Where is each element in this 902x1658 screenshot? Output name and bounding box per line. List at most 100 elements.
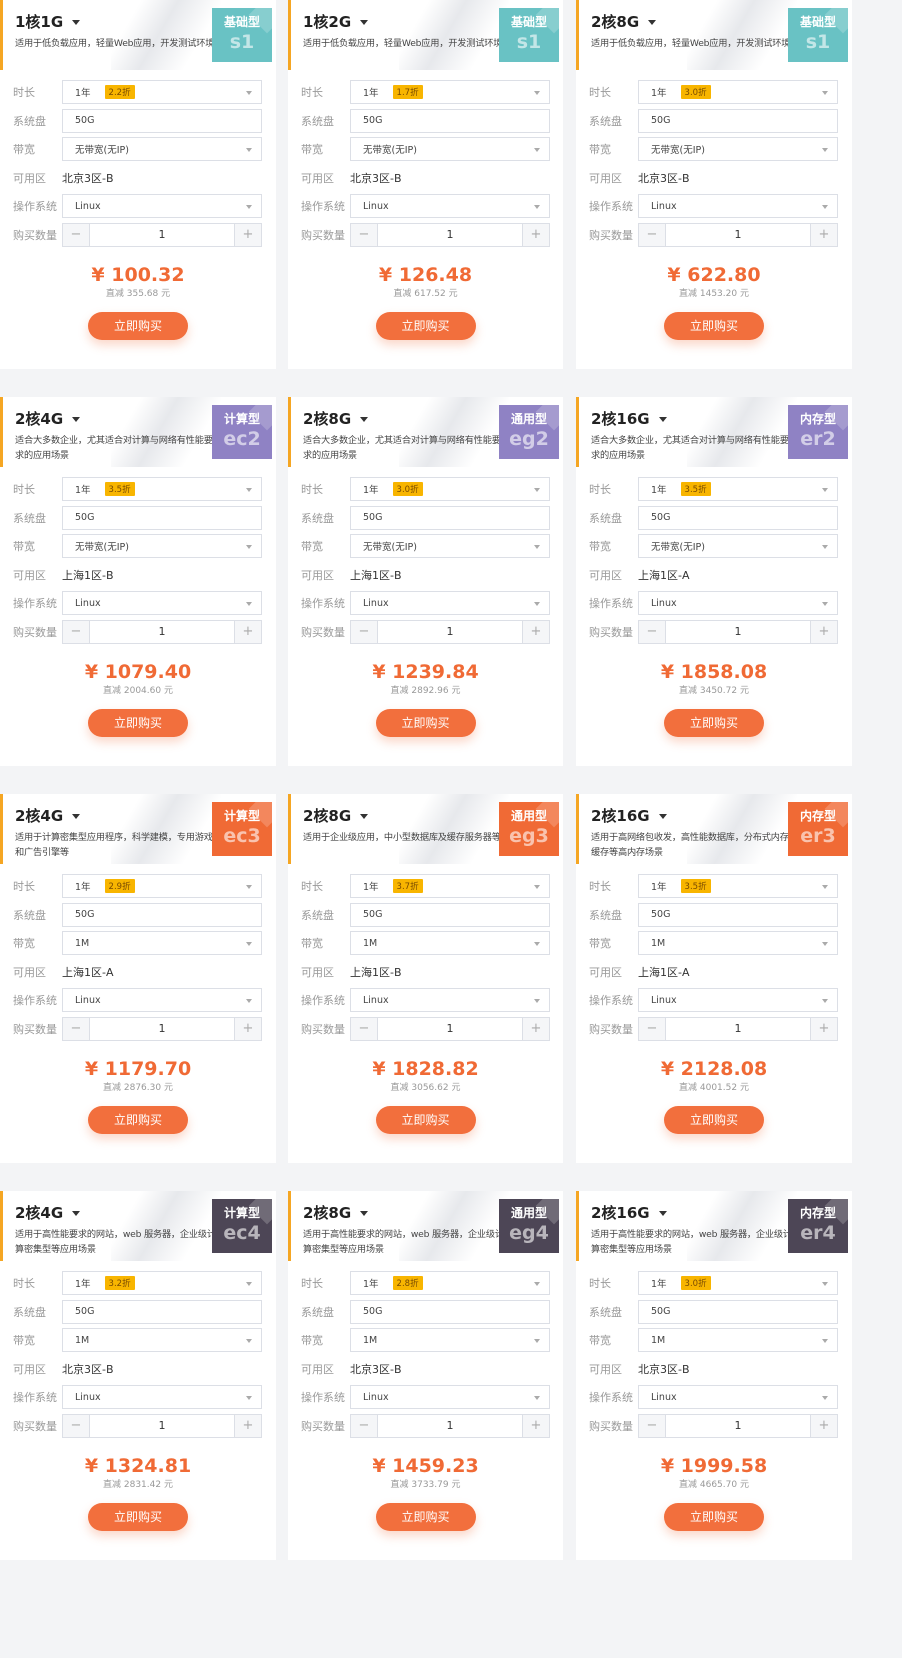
disk-input[interactable]: 50G [638, 505, 838, 530]
plus-icon[interactable]: + [234, 1017, 261, 1040]
duration-select[interactable]: 1年 2.8折 [350, 1271, 550, 1295]
plus-icon[interactable]: + [810, 1414, 837, 1437]
plus-icon[interactable]: + [522, 1414, 549, 1437]
plus-icon[interactable]: + [234, 1414, 261, 1437]
minus-icon[interactable]: − [639, 1414, 666, 1437]
plus-icon[interactable]: + [810, 1017, 837, 1040]
quantity-value[interactable]: 1 [378, 224, 522, 246]
bandwidth-select[interactable]: 1M [350, 1328, 550, 1352]
buy-now-button[interactable]: 立即购买 [88, 708, 188, 737]
minus-icon[interactable]: − [639, 223, 666, 246]
quantity-value[interactable]: 1 [90, 224, 234, 246]
quantity-value[interactable]: 1 [666, 1018, 810, 1040]
quantity-value[interactable]: 1 [90, 1018, 234, 1040]
minus-icon[interactable]: − [351, 1017, 378, 1040]
duration-select[interactable]: 1年 3.5折 [62, 477, 262, 501]
buy-now-button[interactable]: 立即购买 [375, 1105, 476, 1134]
minus-icon[interactable]: − [63, 1017, 90, 1040]
os-select[interactable]: Linux [350, 988, 550, 1012]
quantity-value[interactable]: 1 [666, 621, 810, 643]
plus-icon[interactable]: + [234, 620, 261, 643]
duration-select[interactable]: 1年 3.5折 [638, 874, 838, 898]
quantity-value[interactable]: 1 [90, 621, 234, 643]
plus-icon[interactable]: + [522, 620, 549, 643]
plus-icon[interactable]: + [522, 223, 549, 246]
bandwidth-select[interactable]: 1M [638, 931, 838, 955]
plus-icon[interactable]: + [234, 223, 261, 246]
disk-input[interactable]: 50G [62, 505, 262, 530]
duration-select[interactable]: 1年 3.7折 [350, 874, 550, 898]
plus-icon[interactable]: + [522, 1017, 549, 1040]
minus-icon[interactable]: − [351, 223, 378, 246]
minus-icon[interactable]: − [63, 1414, 90, 1437]
os-select[interactable]: Linux [62, 1385, 262, 1409]
disk-input[interactable]: 50G [350, 505, 550, 530]
bandwidth-select[interactable]: 1M [62, 1328, 262, 1352]
disk-input[interactable]: 50G [350, 108, 550, 133]
os-select[interactable]: Linux [638, 988, 838, 1012]
disk-input[interactable]: 50G [350, 1299, 550, 1324]
price: ¥ 126.48 [378, 263, 473, 286]
duration-select[interactable]: 1年 2.2折 [62, 80, 262, 104]
duration-select[interactable]: 1年 3.0折 [350, 477, 550, 501]
disk-input[interactable]: 50G [62, 902, 262, 927]
buy-now-button[interactable]: 立即购买 [664, 708, 764, 737]
disk-input[interactable]: 50G [62, 1299, 262, 1324]
minus-icon[interactable]: − [63, 223, 90, 246]
bandwidth-select[interactable]: 1M [638, 1328, 838, 1352]
buy-now-button[interactable]: 立即购买 [375, 1502, 476, 1531]
buy-now-button[interactable]: 立即购买 [664, 1105, 764, 1134]
disk-input[interactable]: 50G [638, 1299, 838, 1324]
os-select[interactable]: Linux [638, 591, 838, 615]
disk-input[interactable]: 50G [62, 108, 262, 133]
quantity-value[interactable]: 1 [666, 1415, 810, 1437]
minus-icon[interactable]: − [639, 1017, 666, 1040]
os-select[interactable]: Linux [638, 194, 838, 218]
minus-icon[interactable]: − [351, 620, 378, 643]
os-select[interactable]: Linux [62, 988, 262, 1012]
buy-now-button[interactable]: 立即购买 [88, 1105, 188, 1134]
buy-now-button[interactable]: 立即购买 [88, 311, 188, 340]
buy-now-button[interactable]: 立即购买 [664, 311, 764, 340]
os-select[interactable]: Linux [350, 194, 550, 218]
buy-now-button[interactable]: 立即购买 [88, 1502, 188, 1531]
bandwidth-select[interactable]: 无带宽(无IP) [638, 137, 838, 161]
buy-now-button[interactable]: 立即购买 [664, 1502, 764, 1531]
duration-select[interactable]: 1年 3.0折 [638, 1271, 838, 1295]
disk-input[interactable]: 50G [638, 902, 838, 927]
os-select[interactable]: Linux [350, 1385, 550, 1409]
os-select[interactable]: Linux [350, 591, 550, 615]
quantity-stepper: − 1 + [62, 222, 262, 247]
bandwidth-select[interactable]: 1M [62, 931, 262, 955]
minus-icon[interactable]: − [639, 620, 666, 643]
buy-now-button[interactable]: 立即购买 [375, 311, 476, 340]
duration-select[interactable]: 1年 3.0折 [638, 80, 838, 104]
product-card: 2核4G 适用于高性能要求的网站，web 服务器，企业级计算密集型等应用场景 计… [0, 1191, 276, 1560]
duration-select[interactable]: 1年 3.5折 [638, 477, 838, 501]
bandwidth-select[interactable]: 无带宽(无IP) [638, 534, 838, 558]
quantity-value[interactable]: 1 [90, 1415, 234, 1437]
bandwidth-select[interactable]: 1M [350, 931, 550, 955]
duration-select[interactable]: 1年 3.2折 [62, 1271, 262, 1295]
os-select[interactable]: Linux [62, 591, 262, 615]
buy-now-button[interactable]: 立即购买 [375, 708, 476, 737]
duration-select[interactable]: 1年 1.7折 [350, 80, 550, 104]
duration-select[interactable]: 1年 2.9折 [62, 874, 262, 898]
os-select[interactable]: Linux [62, 194, 262, 218]
bandwidth-select[interactable]: 无带宽(无IP) [350, 137, 550, 161]
quantity-value[interactable]: 1 [666, 224, 810, 246]
disk-input[interactable]: 50G [638, 108, 838, 133]
disk-value: 50G [75, 1306, 95, 1317]
quantity-value[interactable]: 1 [378, 1415, 522, 1437]
disk-input[interactable]: 50G [350, 902, 550, 927]
bandwidth-select[interactable]: 无带宽(无IP) [62, 137, 262, 161]
os-select[interactable]: Linux [638, 1385, 838, 1409]
quantity-value[interactable]: 1 [378, 1018, 522, 1040]
minus-icon[interactable]: − [63, 620, 90, 643]
bandwidth-select[interactable]: 无带宽(无IP) [62, 534, 262, 558]
minus-icon[interactable]: − [351, 1414, 378, 1437]
plus-icon[interactable]: + [810, 620, 837, 643]
plus-icon[interactable]: + [810, 223, 837, 246]
quantity-value[interactable]: 1 [378, 621, 522, 643]
bandwidth-select[interactable]: 无带宽(无IP) [350, 534, 550, 558]
